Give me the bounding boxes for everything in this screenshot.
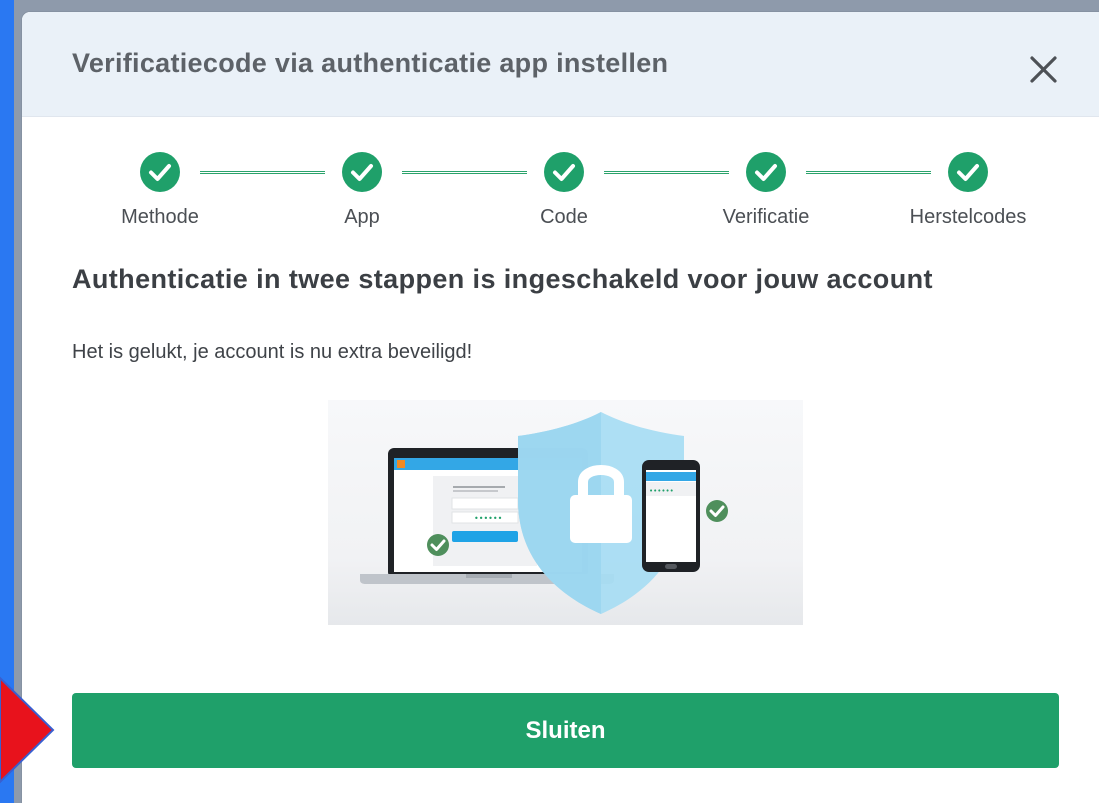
password-dots: •••••• xyxy=(474,514,502,523)
sluiten-button[interactable]: Sluiten xyxy=(72,693,1059,768)
success-heading: Authenticatie in twee stappen is ingesch… xyxy=(72,264,933,294)
check-badge-icon xyxy=(427,534,449,556)
step-complete-check-icon xyxy=(948,152,988,192)
check-badge-icon xyxy=(706,500,728,522)
pointer-arrow-icon xyxy=(0,676,55,784)
phone-icon: •••••• xyxy=(642,460,700,572)
password-dots: •••••• xyxy=(649,487,674,495)
two-factor-setup-modal: Verificatiecode via authenticatie app in… xyxy=(22,12,1099,803)
step-label-herstelcodes: Herstelcodes xyxy=(909,206,1027,228)
step-complete-check-icon xyxy=(544,152,584,192)
step-connector xyxy=(402,171,527,174)
step-label-app: App xyxy=(344,206,380,228)
close-button[interactable] xyxy=(1022,48,1066,92)
step-complete-check-icon xyxy=(342,152,382,192)
step-complete-check-icon xyxy=(746,152,786,192)
step-label-code: Code xyxy=(540,206,588,228)
modal-header: Verificatiecode via authenticatie app in… xyxy=(22,12,1099,117)
step-complete-check-icon xyxy=(140,152,180,192)
step-label-verificatie: Verificatie xyxy=(722,206,810,228)
step-label-methode: Methode xyxy=(121,206,199,228)
security-illustration: •••••• •••••• xyxy=(328,400,803,625)
modal-title: Verificatiecode via authenticatie app in… xyxy=(72,48,669,78)
step-connector xyxy=(200,171,325,174)
success-message: Het is gelukt, je account is nu extra be… xyxy=(72,341,473,363)
progress-stepper: Methode App Code Verificatie Herstelcode… xyxy=(22,150,1099,250)
step-connector xyxy=(604,171,729,174)
step-connector xyxy=(806,171,931,174)
close-icon xyxy=(1030,56,1057,83)
